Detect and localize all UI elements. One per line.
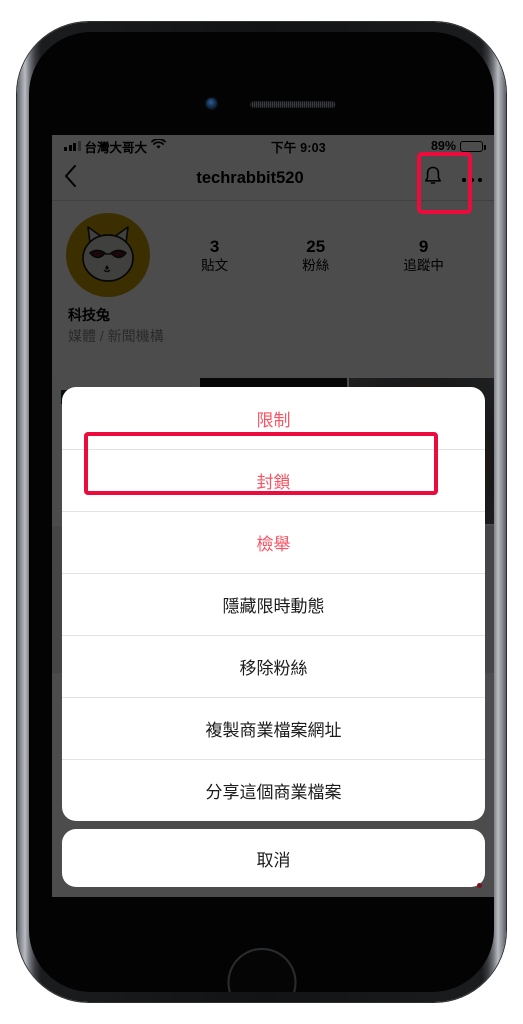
action-sheet-item-remove-follower[interactable]: 移除粉絲 (62, 635, 485, 697)
screen-corner-dot (477, 883, 482, 888)
action-sheet: 限制 封鎖 檢舉 隱藏限時動態 移除粉絲 複製商業檔案網址 分享這個商業檔案 取… (62, 387, 485, 887)
action-sheet-item-report[interactable]: 檢舉 (62, 511, 485, 573)
phone-device-frame: 台灣大哥大 下午 9:03 89% (17, 22, 506, 1002)
action-sheet-list: 限制 封鎖 檢舉 隱藏限時動態 移除粉絲 複製商業檔案網址 分享這個商業檔案 (62, 387, 485, 821)
phone-screen: 台灣大哥大 下午 9:03 89% (52, 135, 494, 897)
action-sheet-item-copy-profile-url[interactable]: 複製商業檔案網址 (62, 697, 485, 759)
phone-bezel: 台灣大哥大 下午 9:03 89% (29, 32, 494, 992)
action-sheet-item-block[interactable]: 封鎖 (62, 449, 485, 511)
action-sheet-item-share-profile[interactable]: 分享這個商業檔案 (62, 759, 485, 821)
earpiece-speaker-icon (250, 101, 336, 108)
front-camera-icon (206, 98, 217, 109)
action-sheet-item-restrict[interactable]: 限制 (62, 387, 485, 449)
cancel-button[interactable]: 取消 (62, 829, 485, 887)
action-sheet-item-hide-story[interactable]: 隱藏限時動態 (62, 573, 485, 635)
home-button[interactable] (227, 948, 296, 992)
